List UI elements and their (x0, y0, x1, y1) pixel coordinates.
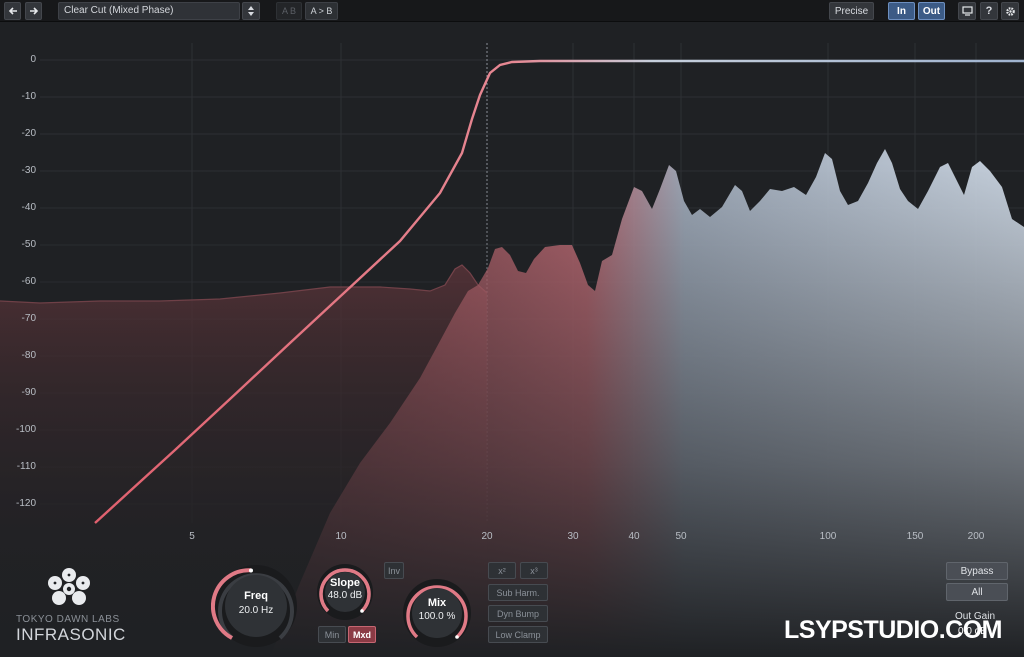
y-axis-label: -90 (21, 387, 36, 398)
ab-compare-button[interactable]: A B (276, 2, 302, 20)
help-button[interactable]: ? (980, 2, 998, 20)
freq-value: 20.0 Hz (238, 605, 274, 616)
low-clamp-button[interactable]: Low Clamp (488, 626, 548, 643)
x-axis-label: 10 (335, 531, 347, 542)
arrow-left-icon[interactable] (4, 2, 21, 20)
tdl-flower-logo (48, 568, 90, 605)
x-axis-label: 5 (189, 531, 195, 542)
mix-label: Mix (427, 597, 447, 609)
preset-stepper[interactable] (242, 2, 260, 20)
x2-harmonic-button[interactable]: x² (488, 562, 516, 579)
x-axis-label: 30 (567, 531, 579, 542)
up-down-arrows-icon (248, 6, 254, 16)
display-button[interactable] (958, 2, 976, 20)
y-axis-label: 0 (30, 54, 36, 65)
y-axis-label: -30 (21, 165, 36, 176)
preset-selector[interactable]: Clear Cut (Mixed Phase) (58, 2, 240, 20)
input-meter-button[interactable]: In (888, 2, 915, 20)
company-name: TOKYO DAWN LABS (16, 614, 120, 625)
y-axis-label: -100 (15, 424, 36, 435)
watermark-text: LSYPSTUDIO.COM (784, 616, 1003, 644)
output-meter-button[interactable]: Out (918, 2, 945, 20)
settings-button[interactable] (1001, 2, 1019, 20)
slope-label: Slope (330, 577, 360, 589)
gear-icon (1005, 6, 1015, 16)
question-mark-icon: ? (985, 5, 993, 17)
x-axis-label: 150 (906, 531, 924, 542)
y-axis-label: -120 (15, 498, 36, 509)
precise-button[interactable]: Precise (829, 2, 874, 20)
product-name: INFRASONIC (16, 625, 126, 644)
y-axis-label: -110 (16, 461, 36, 472)
x-axis-label: 200 (967, 531, 985, 542)
x-axis-label: 100 (819, 531, 837, 542)
sub-harm-button[interactable]: Sub Harm. (488, 584, 548, 601)
min-phase-button[interactable]: Min (318, 626, 346, 643)
x-axis-label: 20 (481, 531, 493, 542)
x-axis-label: 40 (628, 531, 640, 542)
y-axis-label: -60 (21, 276, 36, 287)
copy-a-to-b-button[interactable]: A > B (305, 2, 338, 20)
mix-value: 100.0 % (418, 611, 456, 622)
spectrum-fade (0, 163, 1024, 657)
monitor-icon (961, 6, 973, 16)
mixed-phase-button[interactable]: Mxd (348, 626, 376, 643)
y-axis-label: -50 (21, 239, 36, 250)
y-axis-label: -80 (21, 350, 36, 361)
y-axis-label: -40 (21, 202, 36, 213)
slope-value: 48.0 dB (327, 590, 363, 601)
arrow-right-icon[interactable] (25, 2, 42, 20)
y-axis-label: -10 (21, 91, 36, 102)
all-button[interactable]: All (946, 583, 1008, 601)
y-axis-label: -20 (21, 128, 36, 139)
bypass-button[interactable]: Bypass (946, 562, 1008, 580)
dyn-bump-button[interactable]: Dyn Bump (488, 605, 548, 622)
x-axis-label: 50 (675, 531, 687, 542)
freq-label: Freq (244, 590, 268, 602)
toolbar: Clear Cut (Mixed Phase) A B A > B Precis… (0, 0, 1024, 22)
y-axis-label: -70 (21, 313, 36, 324)
x3-harmonic-button[interactable]: x³ (520, 562, 548, 579)
